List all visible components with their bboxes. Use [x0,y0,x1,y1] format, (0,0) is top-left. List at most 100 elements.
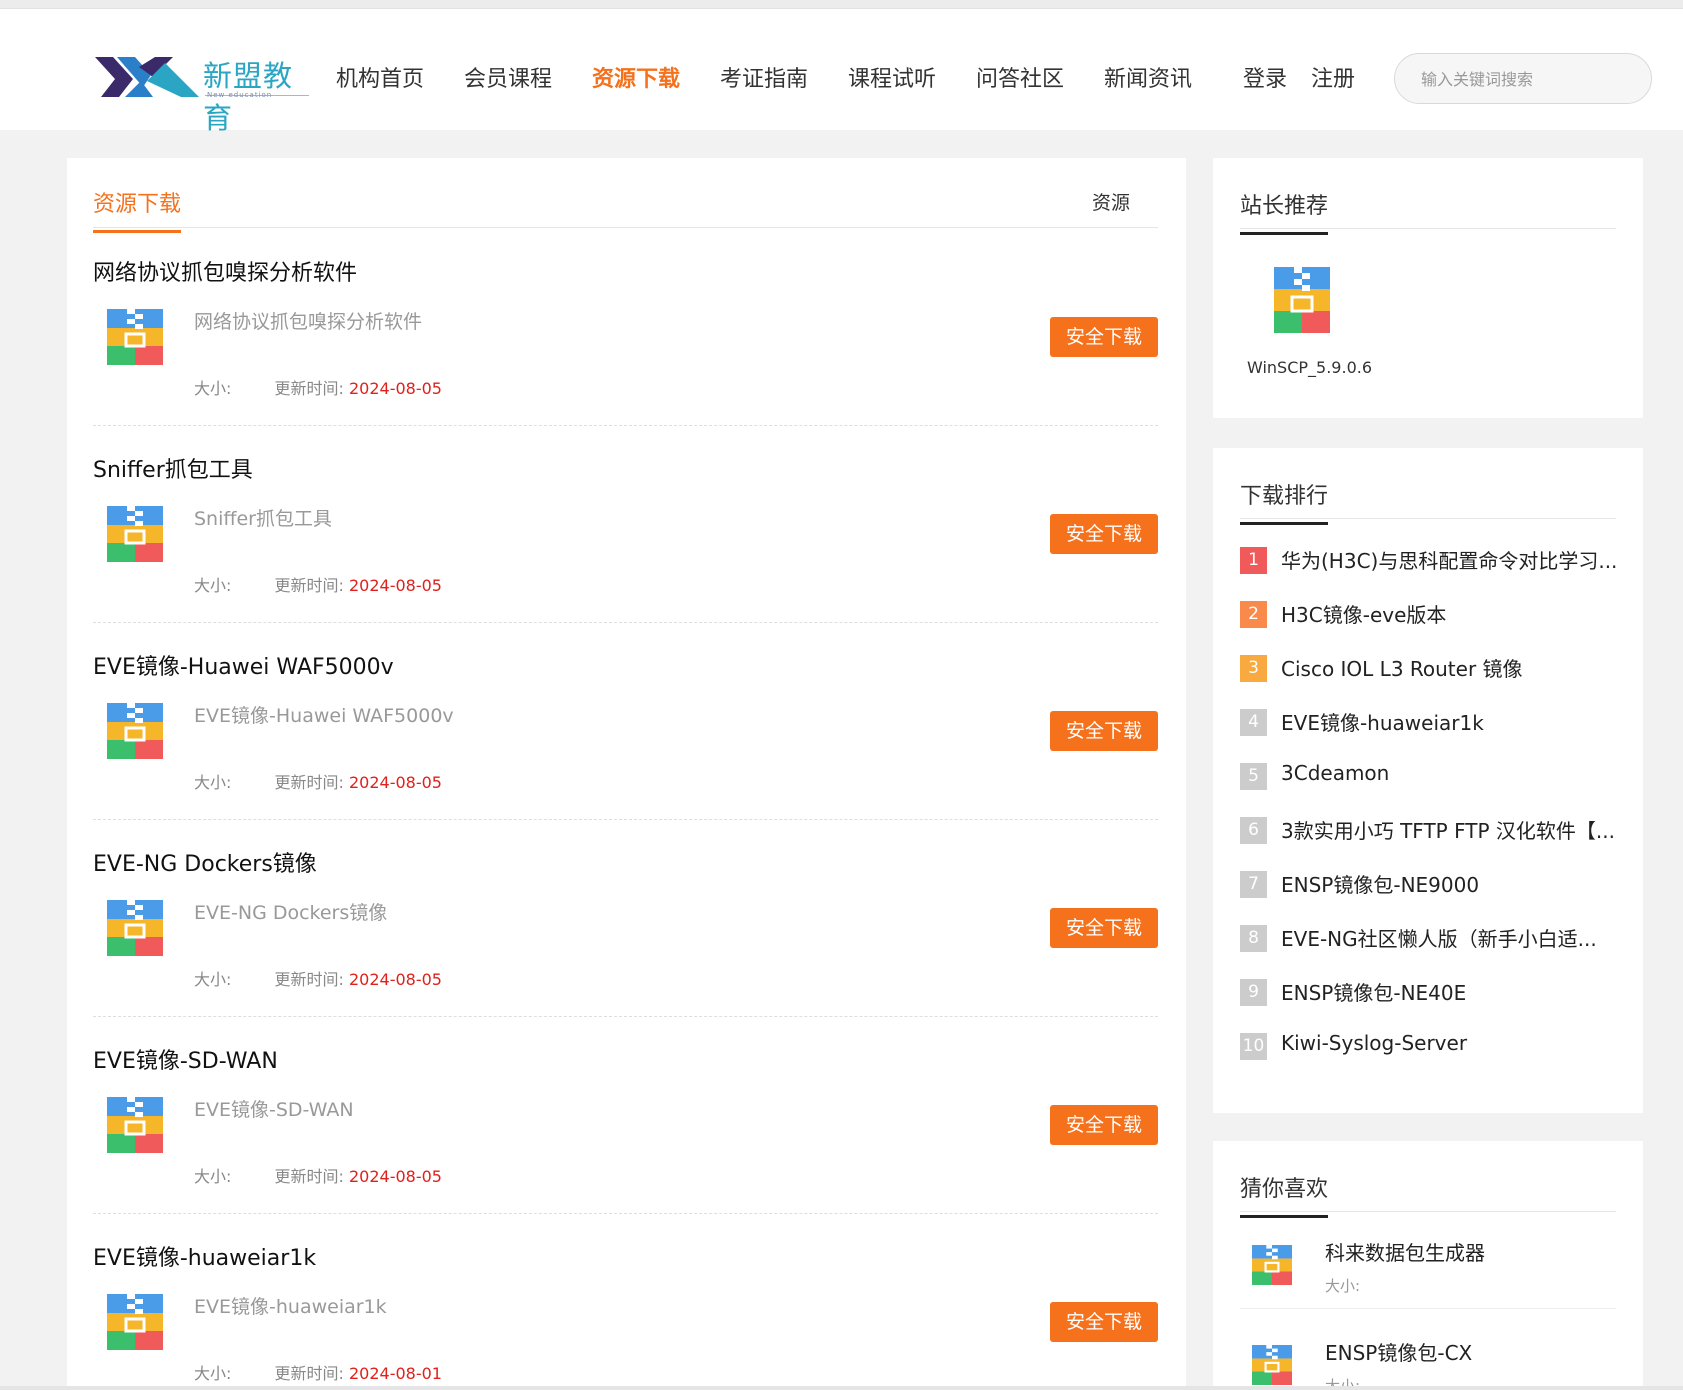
safe-download-button[interactable]: 安全下载 [1050,514,1158,554]
ranking-item[interactable]: 4 EVE镜像-huaweiar1k [1240,707,1620,737]
resource-meta: 大小: 更新时间: 2024-08-05 [194,769,442,793]
guess-title: 猜你喜欢 [1240,1171,1329,1218]
resource-title[interactable]: EVE镜像-SD-WAN [93,1043,278,1075]
safe-download-button[interactable]: 安全下载 [1050,908,1158,948]
rank-number-badge: 4 [1240,709,1267,736]
resource-item: EVE镜像-huaweiar1k EVE镜像-huaweiar1k 大小: 更新… [93,1214,1158,1390]
resource-description: EVE镜像-SD-WAN [194,1099,354,1121]
safe-download-button[interactable]: 安全下载 [1050,1302,1158,1342]
nav-item-trial[interactable]: 课程试听 [848,61,936,93]
panel-title: 资源下载 [93,186,182,233]
nav-item-home[interactable]: 机构首页 [336,61,424,93]
bottom-divider [0,1386,1683,1390]
resource-meta: 大小: 更新时间: 2024-08-05 [194,966,442,990]
ranking-item[interactable]: 8 EVE-NG社区懒人版（新手小白适... [1240,923,1620,953]
ranking-item-label[interactable]: H3C镜像-eve版本 [1281,599,1620,628]
resource-meta: 大小: 更新时间: 2024-08-05 [194,375,442,399]
archive-file-icon[interactable] [107,1294,163,1350]
size-label: 大小: [1325,1277,1361,1295]
archive-file-icon[interactable] [107,1097,163,1153]
ranking-item[interactable]: 10 Kiwi-Syslog-Server [1240,1031,1620,1061]
search-box [1394,53,1652,104]
nav-item-news[interactable]: 新闻资讯 [1104,61,1192,93]
rank-number-badge: 5 [1240,763,1267,790]
updated-date: 2024-08-05 [349,970,442,989]
guess-item[interactable]: 科来数据包生成器 大小: [1240,1213,1616,1309]
resource-title[interactable]: 网络协议抓包嗅探分析软件 [93,255,357,287]
resource-description: EVE-NG Dockers镜像 [194,902,388,924]
rank-number-badge: 10 [1240,1033,1267,1060]
updated-label: 更新时间: [274,970,344,989]
logo-subtitle: New education [207,91,273,99]
login-link[interactable]: 登录 [1243,61,1287,93]
size-label: 大小: [194,1364,232,1383]
ranking-item[interactable]: 1 华为(H3C)与思科配置命令对比学习... [1240,545,1620,575]
nav-item-cert-guide[interactable]: 考证指南 [720,61,808,93]
ranking-item-label[interactable]: Kiwi-Syslog-Server [1281,1031,1620,1055]
resource-link[interactable]: 资源 [1092,188,1130,215]
search-input[interactable] [1421,66,1621,92]
resource-title[interactable]: Sniffer抓包工具 [93,452,253,484]
resource-title[interactable]: EVE镜像-Huawei WAF5000v [93,649,394,681]
archive-file-icon[interactable] [107,309,163,365]
guess-header: 猜你喜欢 [1240,1141,1616,1218]
rank-number-badge: 2 [1240,601,1267,628]
updated-label: 更新时间: [274,1167,344,1186]
archive-file-icon[interactable] [107,506,163,562]
resource-title[interactable]: EVE镜像-huaweiar1k [93,1240,316,1272]
rank-number-badge: 9 [1240,979,1267,1006]
updated-label: 更新时间: [274,773,344,792]
nav-item-downloads[interactable]: 资源下载 [592,61,680,93]
archive-file-icon[interactable] [107,900,163,956]
ranking-panel: 下载排行 1 华为(H3C)与思科配置命令对比学习... 2 H3C镜像-eve… [1213,448,1643,1113]
guess-item[interactable]: ENSP镜像包-CX 大小: [1240,1313,1616,1390]
ranking-item[interactable]: 9 ENSP镜像包-NE40E [1240,977,1620,1007]
ranking-item[interactable]: 7 ENSP镜像包-NE9000 [1240,869,1620,899]
size-label: 大小: [194,576,232,595]
ranking-item-label[interactable]: EVE-NG社区懒人版（新手小白适... [1281,923,1620,952]
ranking-item-label[interactable]: ENSP镜像包-NE9000 [1281,869,1620,898]
ranking-item[interactable]: 5 3Cdeamon [1240,761,1620,791]
resource-item: 网络协议抓包嗅探分析软件 网络协议抓包嗅探分析软件 大小: 更新时间: 2024… [93,229,1158,426]
nav-item-qa[interactable]: 问答社区 [976,61,1064,93]
archive-file-icon[interactable] [107,703,163,759]
site-logo[interactable]: 新盟教育 New education [95,47,310,135]
resource-description: EVE镜像-Huawei WAF5000v [194,705,454,727]
size-label: 大小: [194,1167,232,1186]
resource-title[interactable]: EVE-NG Dockers镜像 [93,846,317,878]
resource-description: Sniffer抓包工具 [194,508,332,530]
guess-item-title[interactable]: ENSP镜像包-CX [1325,1337,1472,1366]
archive-file-icon[interactable] [1274,267,1330,333]
size-label: 大小: [194,970,232,989]
recommend-header: 站长推荐 [1240,158,1616,235]
guess-panel: 猜你喜欢 科来数据包生成器 大小: ENSP镜像包-CX 大小: [1213,1141,1643,1390]
updated-label: 更新时间: [274,1364,344,1383]
safe-download-button[interactable]: 安全下载 [1050,1105,1158,1145]
rank-number-badge: 6 [1240,817,1267,844]
ranking-item[interactable]: 2 H3C镜像-eve版本 [1240,599,1620,629]
resource-description: EVE镜像-huaweiar1k [194,1296,387,1318]
updated-date: 2024-08-01 [349,1364,442,1383]
resource-description: 网络协议抓包嗅探分析软件 [194,311,423,333]
guess-item-title[interactable]: 科来数据包生成器 [1325,1237,1485,1266]
size-label: 大小: [194,379,232,398]
updated-date: 2024-08-05 [349,1167,442,1186]
archive-file-icon[interactable] [1252,1343,1292,1390]
ranking-item-label[interactable]: EVE镜像-huaweiar1k [1281,707,1620,736]
recommend-title: 站长推荐 [1240,188,1329,235]
ranking-item-label[interactable]: 3Cdeamon [1281,761,1620,785]
rank-number-badge: 8 [1240,925,1267,952]
safe-download-button[interactable]: 安全下载 [1050,711,1158,751]
safe-download-button[interactable]: 安全下载 [1050,317,1158,357]
rank-number-badge: 1 [1240,547,1267,574]
archive-file-icon[interactable] [1252,1243,1292,1291]
recommend-item-name[interactable]: WinSCP_5.9.0.6 [1247,358,1372,377]
nav-item-courses[interactable]: 会员课程 [464,61,552,93]
ranking-item[interactable]: 6 3款实用小巧 TFTP FTP 汉化软件【... [1240,815,1620,845]
ranking-item-label[interactable]: 3款实用小巧 TFTP FTP 汉化软件【... [1281,815,1620,844]
register-link[interactable]: 注册 [1311,61,1355,93]
ranking-item-label[interactable]: 华为(H3C)与思科配置命令对比学习... [1281,545,1620,574]
ranking-item-label[interactable]: ENSP镜像包-NE40E [1281,977,1620,1006]
ranking-item[interactable]: 3 Cisco IOL L3 Router 镜像 [1240,653,1620,683]
ranking-item-label[interactable]: Cisco IOL L3 Router 镜像 [1281,653,1620,682]
